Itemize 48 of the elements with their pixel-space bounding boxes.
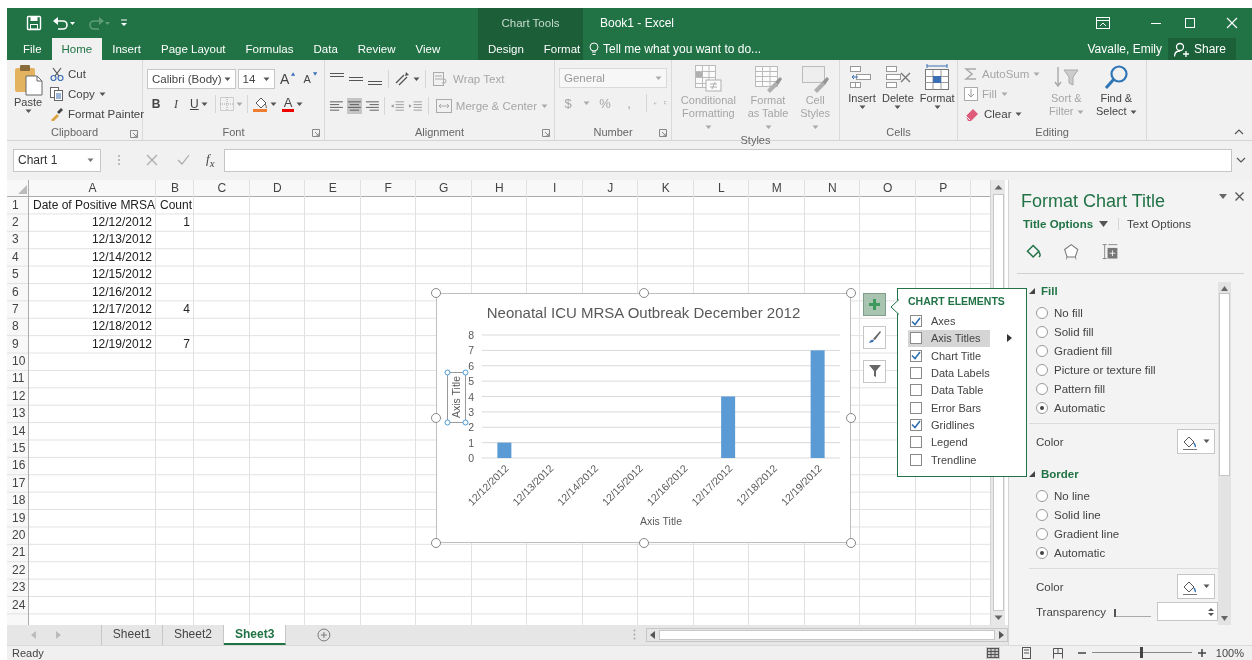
- radio-label: Solid line: [1054, 509, 1101, 522]
- radio-label: Solid fill: [1054, 326, 1094, 339]
- radio-label: Gradient fill: [1054, 345, 1113, 358]
- field-label: Color: [1036, 580, 1064, 593]
- user-name: Vavalle, Emily: [1087, 41, 1162, 58]
- context-tab-label: Chart Tools: [500, 17, 561, 29]
- axis-label: 0: [468, 451, 474, 464]
- table-cell-text: 12/16/2012: [90, 283, 153, 301]
- table-cell-text: 12/15/2012: [90, 266, 153, 284]
- axis-label: 4: [468, 390, 474, 403]
- group-label: Styles: [740, 134, 771, 146]
- field-label: Color: [1036, 435, 1064, 448]
- table-cell-text: Count: [159, 196, 194, 214]
- radio-label: Pattern fill: [1054, 383, 1106, 396]
- field-label: Transparency: [1036, 605, 1106, 618]
- table-cell-text: 12/12/2012: [90, 213, 153, 231]
- radio-label: No line: [1054, 490, 1090, 503]
- status-text: Ready: [12, 646, 44, 659]
- axis-label: 6: [468, 359, 474, 372]
- table-cell-text: 12/14/2012: [90, 248, 153, 266]
- table-cell-text: 12/13/2012: [90, 231, 153, 249]
- axis-label: 2: [468, 420, 474, 433]
- menu-title: CHART ELEMENTS: [908, 294, 1006, 307]
- axis-label: 8: [468, 328, 474, 341]
- table-cell-text: 1: [182, 213, 191, 231]
- table-cell-text: 7: [182, 335, 191, 353]
- axis-label: 3: [468, 405, 474, 418]
- table-cell-text: 12/19/2012: [90, 335, 153, 353]
- radio-label: Automatic: [1054, 547, 1106, 560]
- group-label: Alignment: [415, 125, 464, 138]
- group-label: Number: [593, 125, 633, 138]
- table-cell-text: Date of Positive MRSA: [32, 196, 156, 214]
- radio-label: Automatic: [1054, 402, 1106, 415]
- group-label: Cells: [886, 125, 911, 138]
- table-cell-text: 4: [182, 300, 191, 318]
- group-label: Font: [222, 125, 245, 138]
- group-label: Clipboard: [50, 126, 99, 138]
- radio-label: Picture or texture fill: [1054, 364, 1156, 377]
- radio-label: Gradient line: [1054, 528, 1120, 541]
- radio-label: No fill: [1054, 307, 1083, 320]
- table-cell-text: 12/18/2012: [90, 318, 153, 336]
- window-title: Book1 - Excel: [600, 16, 675, 30]
- table-cell-text: 12/17/2012: [90, 300, 153, 318]
- axis-label: 1: [468, 436, 474, 449]
- pane-title: Format Chart Title: [1021, 191, 1166, 213]
- axis-label: 5: [468, 374, 474, 387]
- axis-label: 7: [468, 343, 474, 356]
- group-label: Editing: [1035, 126, 1069, 138]
